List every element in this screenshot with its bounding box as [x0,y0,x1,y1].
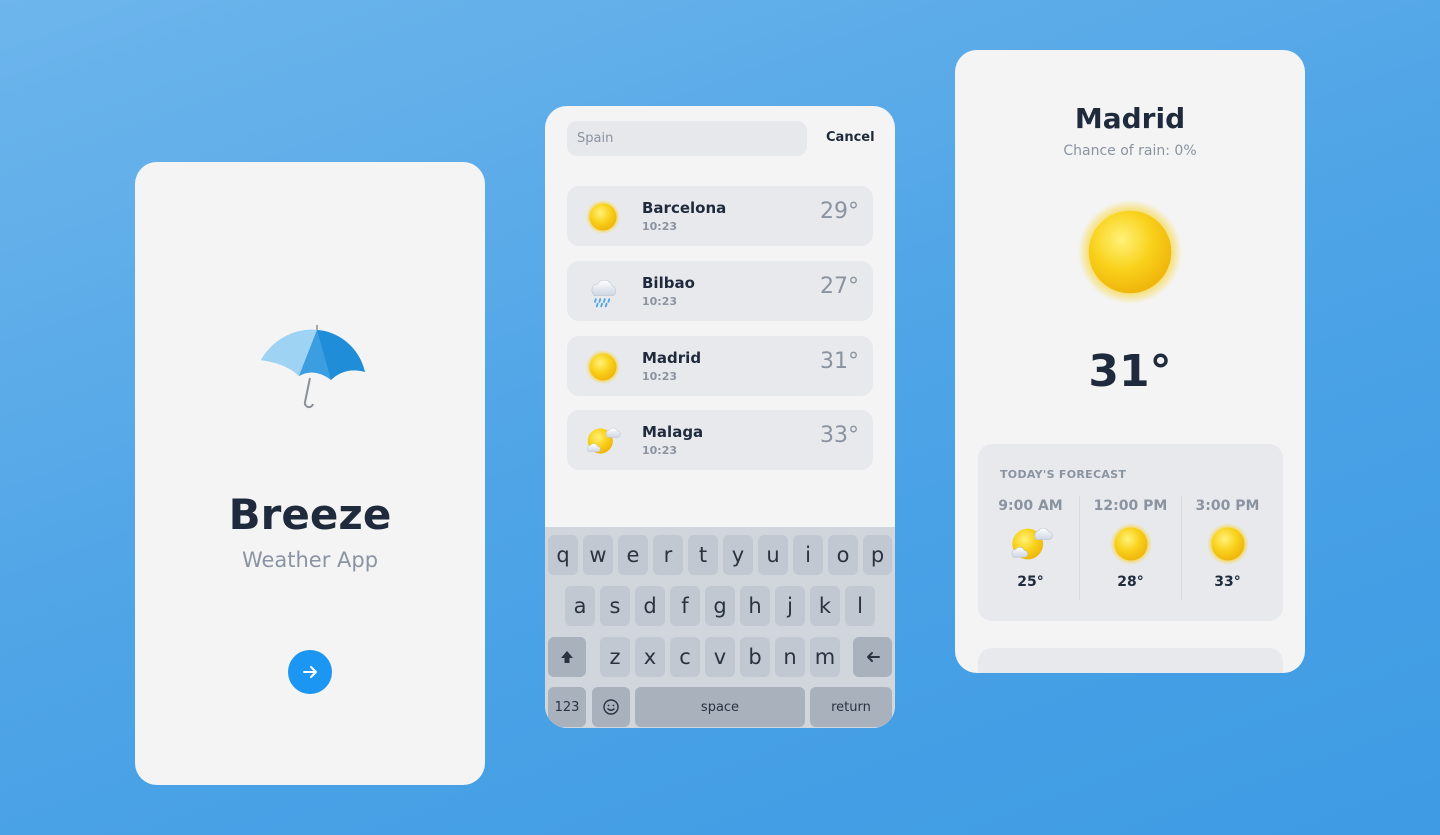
key-f[interactable]: f [670,586,700,626]
city-name: Malaga [642,423,704,441]
city-temp: 29° [820,199,859,224]
key-b[interactable]: b [740,637,770,677]
forecast-temp: 33° [1214,574,1241,590]
forecast-temp: 25° [1017,574,1044,590]
key-n[interactable]: n [775,637,805,677]
city-temp: 33° [820,423,859,448]
umbrella-icon [261,325,365,409]
city-result-barcelona[interactable]: Barcelona 10:23 29° [567,186,873,246]
sun-icon [1206,522,1250,566]
app-subtitle: Weather App [241,548,379,572]
backspace-arrow-icon [866,652,880,662]
shift-key[interactable] [548,637,586,677]
key-w[interactable]: w [583,535,613,575]
backspace-key[interactable] [853,637,892,677]
key-d[interactable]: d [635,586,665,626]
key-v[interactable]: v [705,637,735,677]
todays-forecast-panel: TODAY'S FORECAST 9:00 AM 25° 12:00 PM 28… [978,444,1283,621]
next-button[interactable] [288,650,332,694]
sun-icon [1109,522,1153,566]
city-temp: 27° [820,274,859,299]
key-m[interactable]: m [810,637,840,677]
key-k[interactable]: k [810,586,840,626]
key-r[interactable]: r [653,535,683,575]
key-h[interactable]: h [740,586,770,626]
forecast-slot: 9:00 AM 25° [980,498,1081,602]
key-x[interactable]: x [635,637,665,677]
space-key[interactable]: space [635,687,805,727]
key-y[interactable]: y [723,535,753,575]
key-q[interactable]: q [548,535,578,575]
city-result-malaga[interactable]: Malaga 10:23 33° [567,410,873,470]
sun-icon [585,349,621,385]
forecast-slot: 12:00 PM 28° [1080,498,1181,602]
splash-screen: Breeze Weather App [135,162,485,785]
emoji-key[interactable] [592,687,630,727]
emoji-icon [603,699,619,715]
key-c[interactable]: c [670,637,700,677]
additional-info-panel [978,648,1283,673]
city-name: Barcelona [642,199,727,217]
search-field[interactable] [567,121,807,156]
key-o[interactable]: o [828,535,858,575]
rain-cloud-icon [585,274,621,310]
city-time: 10:23 [642,295,678,308]
city-name: Bilbao [642,274,695,292]
key-e[interactable]: e [618,535,648,575]
city-temp: 31° [820,349,859,374]
key-s[interactable]: s [600,586,630,626]
return-key[interactable]: return [810,687,892,727]
city-result-bilbao[interactable]: Bilbao 10:23 27° [567,261,873,321]
city-time: 10:23 [642,370,678,383]
key-t[interactable]: t [688,535,718,575]
rain-chance: Chance of rain: 0% [1063,143,1197,159]
forecast-slot: 3:00 PM 33° [1177,498,1278,602]
key-u[interactable]: u [758,535,788,575]
key-j[interactable]: j [775,586,805,626]
partly-cloudy-icon [585,423,621,459]
forecast-time: 12:00 PM [1093,498,1168,514]
key-a[interactable]: a [565,586,595,626]
city-name: Madrid [642,349,702,367]
partly-cloudy-icon [1009,522,1053,566]
key-l[interactable]: l [845,586,875,626]
cancel-button[interactable]: Cancel [826,130,875,145]
city-time: 10:23 [642,220,678,233]
key-g[interactable]: g [705,586,735,626]
key-i[interactable]: i [793,535,823,575]
app-title: Breeze [228,490,392,539]
arrow-right-icon [303,666,317,678]
current-temperature: 31° [1088,346,1172,397]
city-result-madrid[interactable]: Madrid 10:23 31° [567,336,873,396]
key-z[interactable]: z [600,637,630,677]
search-screen: Cancel Barcelona 10:23 29° Bilbao 10:23 … [545,106,895,728]
search-input[interactable] [567,121,807,156]
forecast-temp: 28° [1117,574,1144,590]
forecast-time: 9:00 AM [998,498,1063,514]
numbers-key[interactable]: 123 [548,687,586,727]
key-p[interactable]: p [863,535,892,575]
city-time: 10:23 [642,444,678,457]
city-title: Madrid [1074,102,1186,135]
city-detail-screen: Madrid Chance of rain: 0% 31° TODAY'S FO… [955,50,1305,673]
forecast-time: 3:00 PM [1195,498,1260,514]
sun-icon [1075,197,1185,307]
shift-arrow-icon [561,651,573,663]
forecast-title: TODAY'S FORECAST [1000,468,1127,481]
sun-icon [585,199,621,235]
on-screen-keyboard: q w e r t y u i o p a s d f g h j k l z … [545,527,895,728]
